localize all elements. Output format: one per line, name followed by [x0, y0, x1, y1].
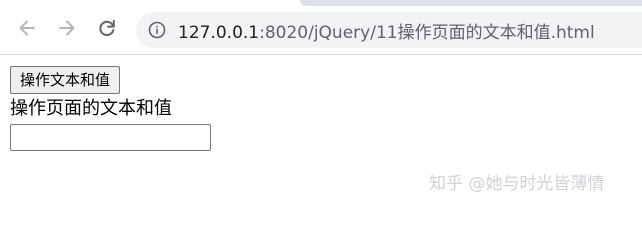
- url-text[interactable]: 127.0.0.1:8020/jQuery/11操作页面的文本和值.html: [178, 18, 595, 43]
- reload-button[interactable]: [95, 16, 119, 40]
- back-arrow-icon: [19, 20, 35, 36]
- text-input[interactable]: [10, 124, 211, 151]
- url-path: :8020/jQuery/11操作页面的文本和值.html: [259, 22, 595, 43]
- forward-arrow-icon: [59, 20, 75, 36]
- page-text: 操作页面的文本和值: [10, 98, 172, 119]
- info-icon[interactable]: [148, 21, 166, 39]
- url-host: 127.0.0.1: [178, 22, 260, 43]
- tab-strip: [300, 0, 642, 6]
- page-content: 操作文本和值 操作页面的文本和值: [0, 55, 642, 240]
- forward-button[interactable]: [55, 16, 79, 40]
- back-button[interactable]: [15, 16, 39, 40]
- reload-icon: [99, 19, 115, 37]
- operate-text-value-button[interactable]: 操作文本和值: [10, 66, 121, 94]
- address-bar[interactable]: 127.0.0.1:8020/jQuery/11操作页面的文本和值.html: [136, 12, 642, 48]
- watermark: 知乎 @她与时光皆薄情: [429, 174, 605, 194]
- browser-toolbar: 127.0.0.1:8020/jQuery/11操作页面的文本和值.html: [0, 0, 642, 55]
